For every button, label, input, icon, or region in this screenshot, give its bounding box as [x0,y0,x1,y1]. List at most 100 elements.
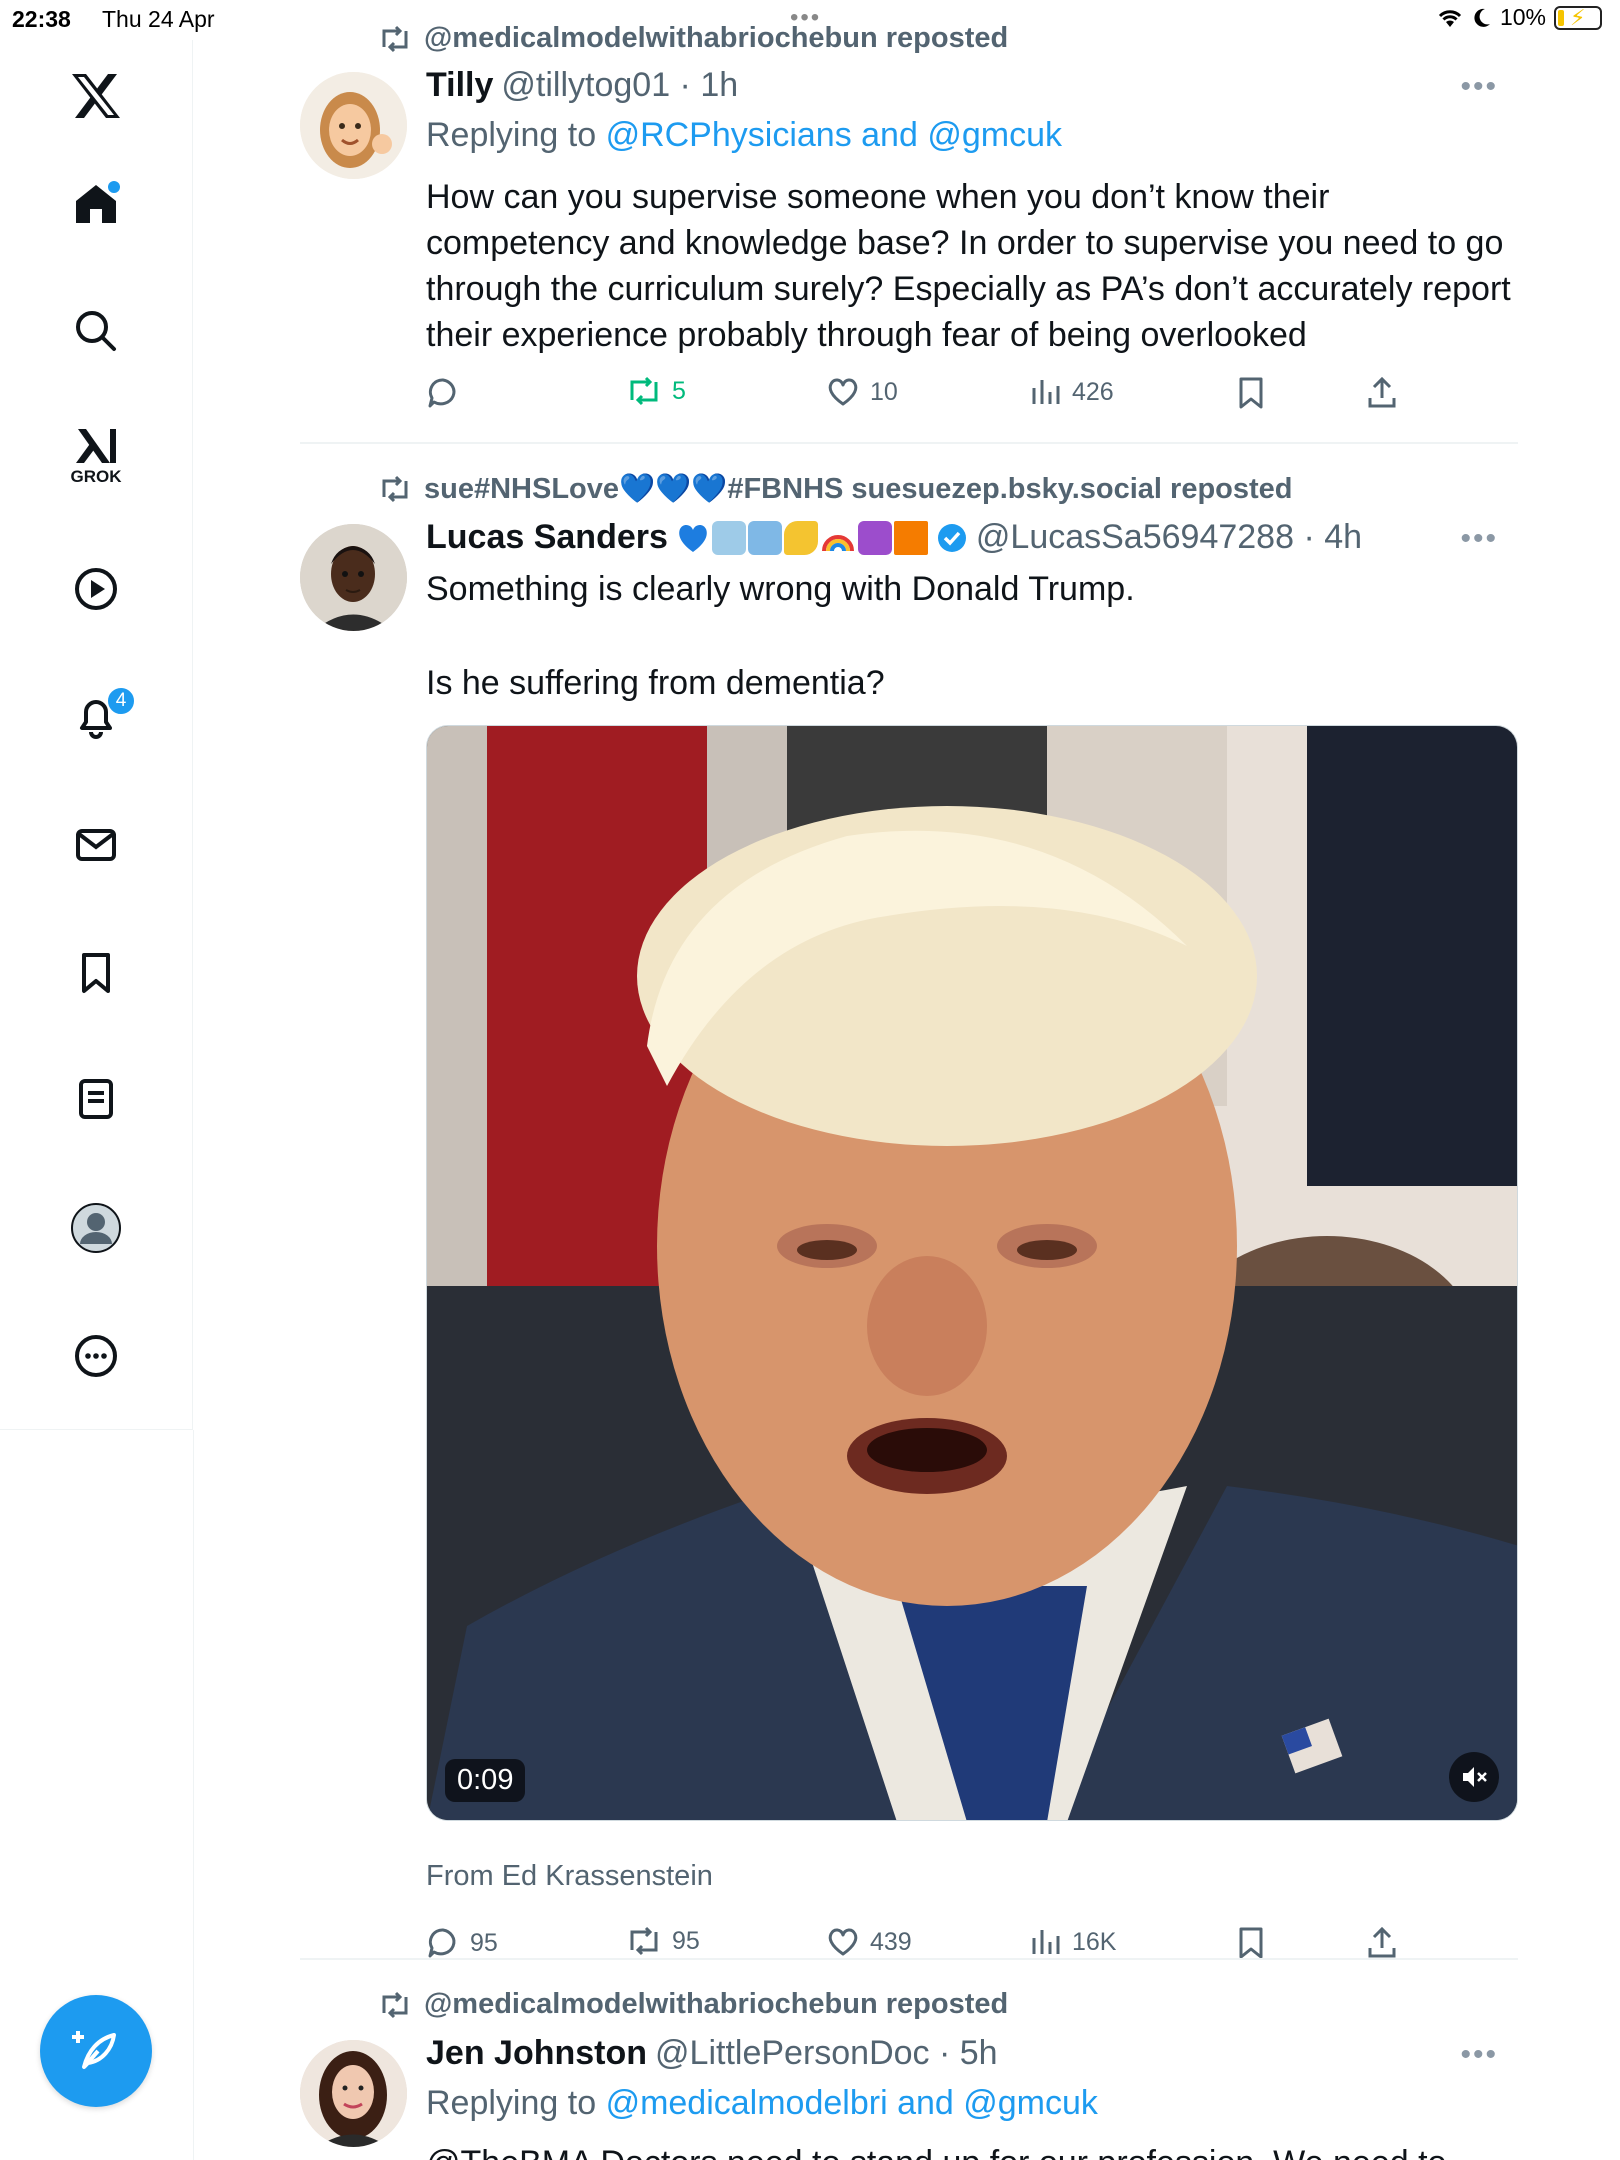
status-time: 22:38 [12,6,71,32]
moon-icon [1474,8,1490,27]
wave-icon [747,520,782,555]
compose-post-button[interactable] [40,1995,152,2107]
repost-icon [382,475,408,503]
replying-prefix: Replying to [426,2084,597,2122]
replying-to: Replying to @medicalmodelbri and @gmcuk [426,2084,1098,2123]
ballot-box-icon [711,520,746,555]
share-button[interactable] [1366,376,1398,410]
person-symbol-icon [857,520,892,555]
heart-icon [828,378,858,406]
post-actions: 5 10 426 [426,376,1426,416]
blue-heart-icon [679,524,707,552]
bookmark-icon [1239,1927,1263,1959]
reply-count: 95 [470,1928,498,1957]
repost-button[interactable]: 5 [626,376,686,406]
post-actions: 95 95 439 16K [426,1926,1426,1966]
author-name[interactable]: Lucas Sanders [426,518,668,557]
sidebar: GROK 4 [0,40,193,1430]
views-button[interactable]: 426 [1030,376,1114,408]
views-count: 16K [1072,1927,1117,1956]
reply-button[interactable] [426,376,460,410]
post-divider [300,1958,1518,1960]
replying-to-link[interactable]: @medicalmodelbri and @gmcuk [606,2084,1098,2122]
repost-by: @medicalmodelwithabriochebun reposted [424,1988,1009,2020]
repost-count: 5 [672,376,686,405]
author-name[interactable]: Tilly [426,66,493,105]
avatar-jen-johnston[interactable] [300,2040,407,2147]
video-icon[interactable] [60,553,132,625]
video-frame [427,726,1517,1820]
replying-to-link[interactable]: @RCPhysicians and @gmcuk [606,116,1062,154]
flexed-arm-icon [783,520,818,555]
grok-label: GROK [70,467,122,486]
bookmarks-icon[interactable] [60,937,132,1009]
like-button[interactable]: 10 [826,376,898,408]
post-jen-johnston[interactable]: @medicalmodelwithabriochebun reposted Je… [300,1968,1518,2160]
bookmark-button[interactable] [1236,376,1266,410]
share-icon [1368,1926,1396,1958]
like-button[interactable]: 439 [826,1926,912,1958]
muted-speaker-icon [1463,1767,1487,1787]
x-logo-icon[interactable] [60,60,132,132]
post-divider [300,442,1518,444]
views-chart-icon [1032,1930,1060,1954]
post-author-line: Lucas Sanders @LucasSa56947288 · 4h [426,518,1362,557]
grok-icon[interactable]: GROK [60,420,132,492]
post-text: How can you supervise someone when you d… [426,178,1511,354]
orange-square-icon [893,520,928,555]
name-emoji-run [676,520,928,555]
post-more-icon[interactable]: ••• [1460,2038,1498,2072]
author-handle-time[interactable]: @LucasSa56947288 · 4h [976,518,1362,557]
rainbow-icon [821,534,854,551]
sidebar-divider [193,1430,194,2160]
views-count: 426 [1072,377,1114,406]
share-button[interactable] [1366,1926,1398,1960]
bookmark-button[interactable] [1236,1926,1266,1960]
wifi-icon [1438,9,1462,27]
repost-by: @medicalmodelwithabriochebun reposted [424,22,1009,54]
like-count: 439 [870,1927,912,1956]
repost-icon [630,376,658,406]
mute-button[interactable] [1449,1752,1499,1802]
replying-to: Replying to @RCPhysicians and @gmcuk [426,116,1062,155]
messages-icon[interactable] [60,809,132,881]
avatar-tilly[interactable] [300,72,407,179]
status-date: Thu 24 Apr [102,6,215,32]
repost-by: sue#NHSLove💙💙💙#FBNHS suesuezep.bsky.soci… [424,473,1293,505]
video-player[interactable]: 0:09 [426,725,1518,1821]
notification-count-badge: 4 [106,686,136,716]
compose-feather-icon [72,2031,116,2069]
avatar-lucas-sanders[interactable] [300,524,407,631]
bookmark-icon [1239,377,1263,409]
post-more-icon[interactable]: ••• [1460,70,1498,104]
post-text-line-2: Is he suffering from dementia? [426,664,885,702]
post-more-icon[interactable]: ••• [1460,522,1498,556]
repost-indicator: sue#NHSLove💙💙💙#FBNHS suesuezep.bsky.soci… [378,472,1293,506]
repost-button[interactable]: 95 [626,1926,700,1956]
verified-badge-icon [937,523,966,552]
repost-icon [382,25,408,52]
author-name[interactable]: Jen Johnston [426,2034,647,2073]
status-right: 10% ⚡ [1436,4,1602,31]
views-button[interactable]: 16K [1030,1926,1116,1958]
share-icon [1368,376,1396,408]
author-handle-time[interactable]: @LittlePersonDoc · 5h [655,2034,998,2073]
repost-icon [382,1991,408,2018]
reply-button[interactable]: 95 [426,1926,498,1960]
reply-icon [428,1928,456,1958]
like-count: 10 [870,377,898,406]
post-author-line: Jen Johnston @LittlePersonDoc · 5h [426,2034,998,2073]
profile-avatar-icon[interactable] [60,1192,132,1264]
video-duration: 0:09 [445,1759,526,1802]
battery-percent: 10% [1499,4,1546,30]
search-icon[interactable] [60,295,132,367]
more-options-icon[interactable] [60,1320,132,1392]
home-icon[interactable] [60,167,132,239]
lists-icon[interactable] [60,1063,132,1135]
author-handle-time[interactable]: @tillytog01 · 1h [501,66,738,105]
repost-count: 95 [672,1926,700,1955]
reply-icon [428,378,456,408]
post-text-line-1: Something is clearly wrong with Donald T… [426,570,1135,608]
video-attribution[interactable]: From Ed Krassenstein [426,1860,713,1893]
replying-prefix: Replying to [426,116,597,154]
